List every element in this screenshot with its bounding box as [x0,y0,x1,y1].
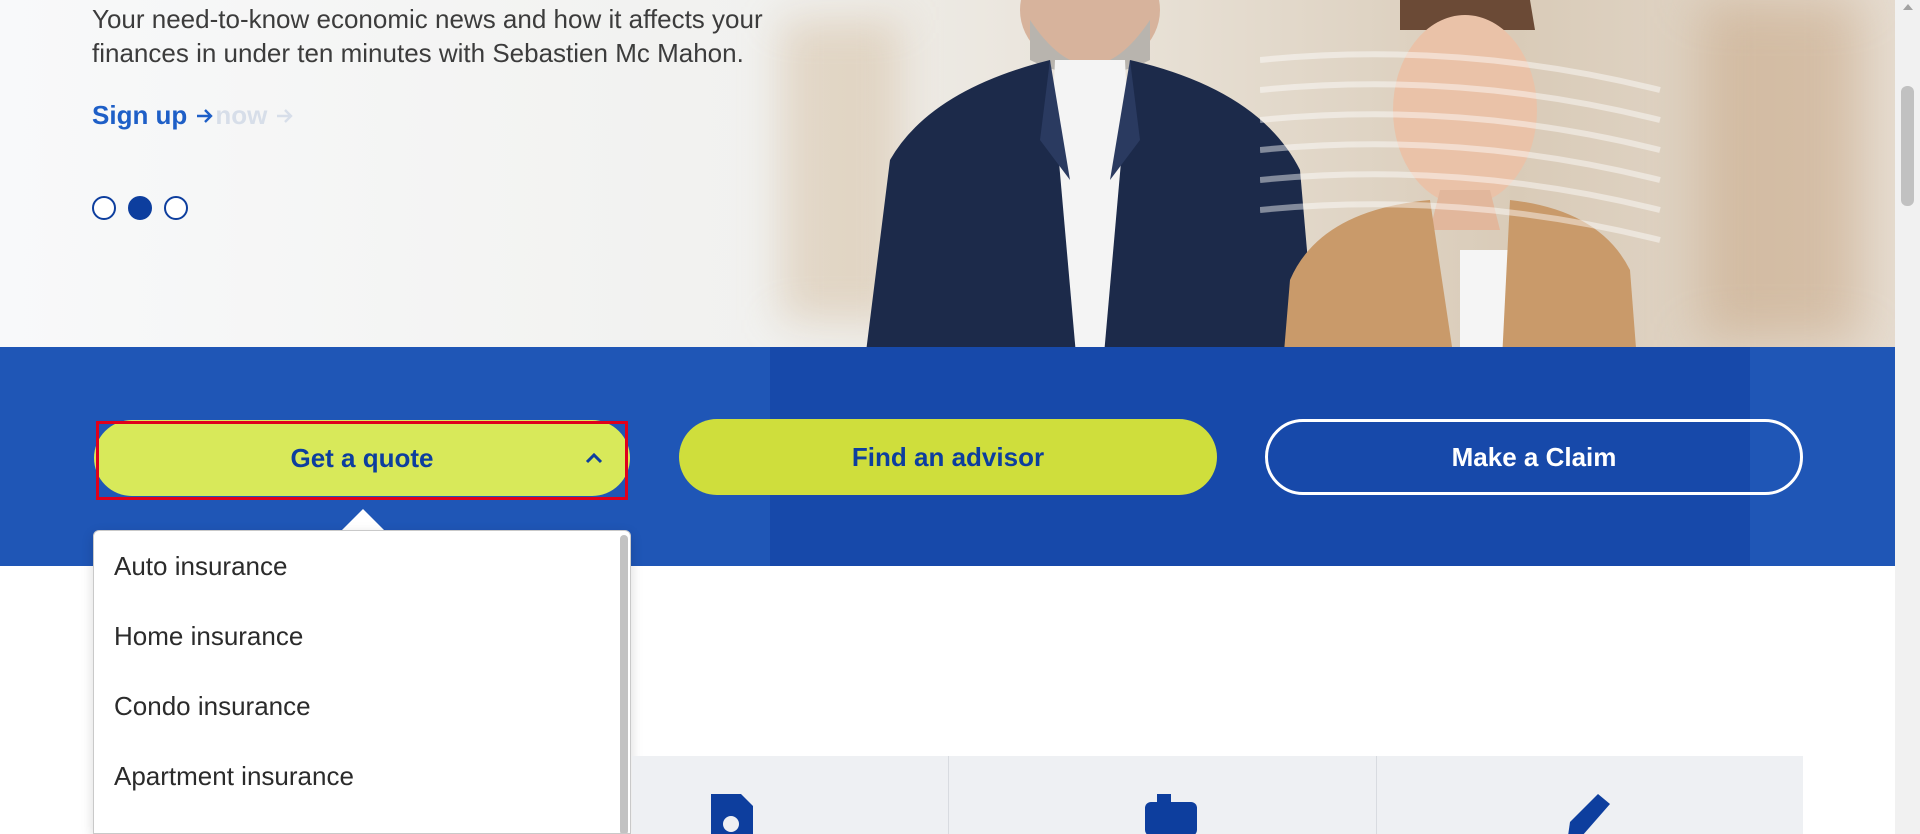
arrow-right-icon [197,108,214,123]
signup-link[interactable]: Sign up now [92,100,295,131]
make-claim-button[interactable]: Make a Claim [1265,419,1803,495]
scrollbar-thumb[interactable] [1901,86,1914,206]
hero-description: Your need-to-know economic news and how … [92,4,763,68]
hero-text: Your need-to-know economic news and how … [92,0,792,131]
page: Your need-to-know economic news and how … [0,0,1920,834]
carousel-dot-1[interactable] [92,196,116,220]
find-advisor-label: Find an advisor [851,441,1045,472]
feature-cards [632,756,1803,834]
feature-card[interactable] [1376,756,1803,834]
pencil-icon [1568,794,1610,834]
woman-photo [1260,0,1661,347]
feature-card[interactable] [948,756,1376,834]
feature-card[interactable] [632,756,948,834]
get-quote-button[interactable]: Get a quote [94,420,630,496]
signup-ghost-label: now [215,100,268,130]
dropdown-scrollbar[interactable] [620,535,628,833]
menu-item-condo-insurance[interactable]: Condo insurance [94,671,630,741]
make-claim-label: Make a Claim [1451,441,1617,472]
menu-item-home-insurance[interactable]: Home insurance [94,601,630,671]
chevron-up-icon [585,452,603,464]
dropdown-caret [341,509,385,531]
carousel-dot-2[interactable] [128,196,152,220]
quote-dropdown-menu: Auto insurance Home insurance Condo insu… [93,530,631,834]
document-search-icon [711,794,753,834]
page-scrollbar[interactable] [1895,0,1920,834]
get-quote-label: Get a quote [290,442,434,473]
menu-item-apartment-insurance[interactable]: Apartment insurance [94,741,630,811]
carousel-dot-3[interactable] [164,196,188,220]
mailbox-icon [1145,794,1197,834]
carousel-dots [92,196,188,220]
scroll-up-arrow[interactable] [1903,4,1913,10]
menu-item-auto-insurance[interactable]: Auto insurance [94,531,630,601]
find-advisor-button[interactable]: Find an advisor [679,419,1217,495]
hero-banner: Your need-to-know economic news and how … [0,0,1895,347]
arrow-right-icon [277,108,294,123]
signup-label: Sign up [92,100,188,130]
